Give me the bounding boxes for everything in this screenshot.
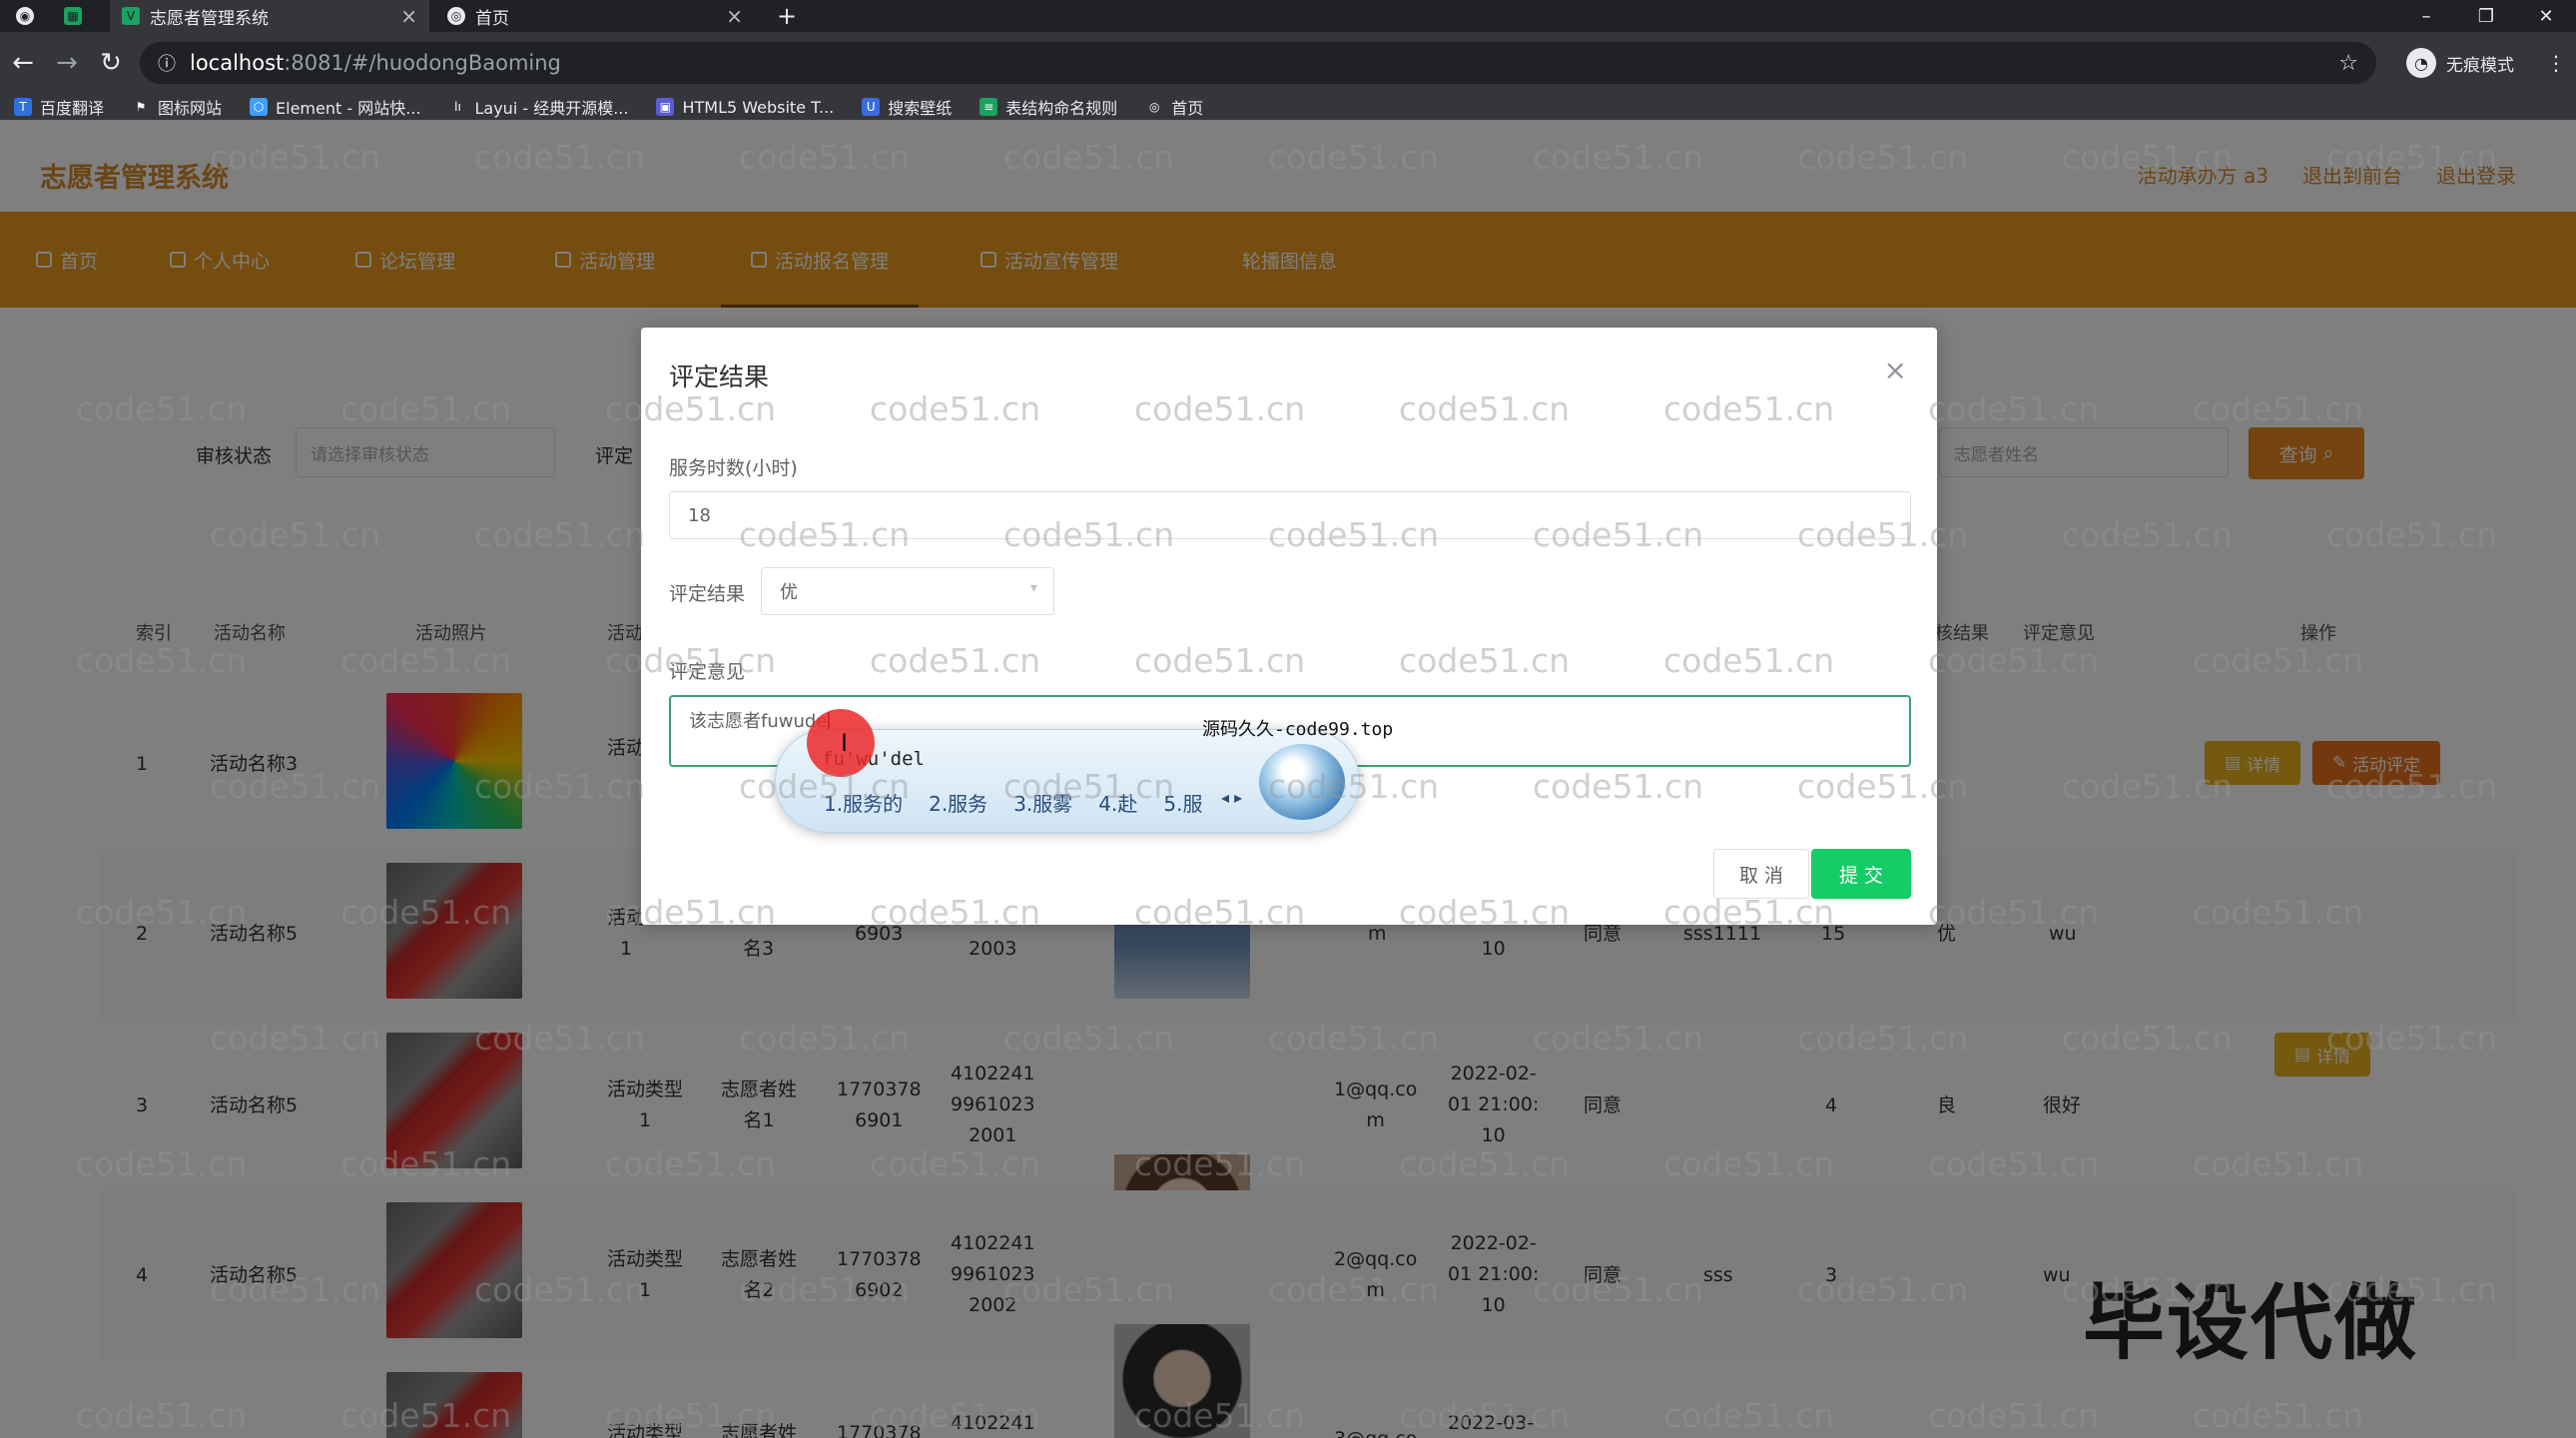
ime-candidate[interactable]: 4.赴 xyxy=(1098,788,1137,817)
layui-icon: lı xyxy=(454,100,461,114)
bookmark-item[interactable]: ▣ HTML5 Website T... xyxy=(656,98,834,117)
result-label: 评定结果 xyxy=(669,583,746,605)
window-close-icon[interactable]: ✕ xyxy=(2516,0,2576,32)
star-icon[interactable]: ☆ xyxy=(2338,51,2358,76)
promo-text: 源码久久-code99.top xyxy=(1202,719,1394,740)
close-icon[interactable]: × xyxy=(400,4,417,28)
bookmark-item[interactable]: ⚑ 图标网站 xyxy=(132,95,222,119)
eval-result-dialog: 评定结果 × 服务时数(小时) 18 评定结果 优 ▾ 评定意见 该志愿者fuwu… xyxy=(641,328,1937,925)
vue-icon: V xyxy=(122,7,140,25)
ime-candidate[interactable]: 5.服 xyxy=(1163,788,1202,817)
hours-label: 服务时数(小时) xyxy=(669,457,798,479)
back-icon[interactable]: ← xyxy=(6,46,40,80)
service-hours-input[interactable]: 18 xyxy=(669,491,1911,539)
incognito-profile[interactable]: ◔ 无痕模式 ⋮ xyxy=(2406,44,2566,82)
element-icon: ⬡ xyxy=(250,98,269,116)
bookmark-item[interactable]: ◎ 首页 xyxy=(1145,95,1203,119)
ime-candidate[interactable]: 1.服务的 xyxy=(824,788,903,817)
browser-tabbar: ◉ ▦ V 志愿者管理系统 × ◎ 首页 × + – ❐ ✕ xyxy=(0,0,2576,32)
forward-icon[interactable]: → xyxy=(50,46,84,80)
flag-icon: ⚑ xyxy=(135,100,147,114)
plus-icon: + xyxy=(777,2,798,30)
incognito-icon: ◔ xyxy=(2406,48,2436,78)
globe-icon: ◎ xyxy=(1149,100,1160,114)
info-icon: ⓘ xyxy=(158,54,176,75)
new-tab-button[interactable]: + xyxy=(765,0,805,32)
bookmark-item[interactable]: lı Layui - 经典开源模... xyxy=(448,95,628,119)
bookmark-item[interactable]: ⬡ Element - 网站快... xyxy=(250,95,420,119)
bookmark-item[interactable]: ≡ 表结构命名规则 xyxy=(979,95,1117,119)
cancel-button[interactable]: 取 消 xyxy=(1713,849,1809,899)
ime-candidates: 1.服务的 2.服务 3.服雾 4.赴 5.服 xyxy=(824,788,1202,817)
tab-group-icon[interactable]: ▦ xyxy=(64,0,94,32)
dialog-title: 评定结果 xyxy=(669,362,770,391)
ime-candidate[interactable]: 2.服务 xyxy=(929,788,987,817)
ime-page-arrows-icon[interactable]: ◂ ▸ xyxy=(1221,788,1242,807)
opinion-label: 评定意见 xyxy=(669,661,746,683)
more-icon[interactable]: ⋮ xyxy=(2546,51,2566,75)
chevron-down-icon: ▾ xyxy=(1029,580,1037,596)
close-icon[interactable]: × xyxy=(1884,354,1907,386)
reload-icon[interactable]: ↻ xyxy=(94,46,128,80)
tab-home[interactable]: ◎ 首页 × xyxy=(435,0,755,32)
bookmarks-bar: T 百度翻译 ⚑ 图标网站 ⬡ Element - 网站快... lı Layui - … xyxy=(0,94,2576,120)
big-watermark: 毕设代做 xyxy=(2083,1276,2419,1371)
bookmark-item[interactable]: U 搜索壁纸 xyxy=(862,95,952,119)
minimize-icon[interactable]: – xyxy=(2396,0,2456,32)
ibeam-cursor-icon: I xyxy=(841,729,849,757)
close-icon[interactable]: × xyxy=(726,4,743,28)
globe-icon: ◎ xyxy=(447,7,465,25)
tab-title: 志愿者管理系统 xyxy=(150,8,269,29)
browser-menu-icon[interactable]: ◉ xyxy=(16,0,46,32)
url-field[interactable]: ⓘ localhost:8081/#/huodongBaoming ☆ xyxy=(140,42,2376,84)
address-bar: ← → ↻ ⓘ localhost:8081/#/huodongBaoming … xyxy=(0,32,2576,94)
tab-title: 首页 xyxy=(475,8,509,29)
submit-button[interactable]: 提 交 xyxy=(1811,849,1911,899)
restore-icon[interactable]: ❐ xyxy=(2456,0,2516,32)
bookmark-item[interactable]: T 百度翻译 xyxy=(14,95,104,119)
ime-globe-icon xyxy=(1259,744,1345,820)
translate-icon: T xyxy=(14,98,32,116)
html5-icon: ▣ xyxy=(656,98,675,116)
tab-volunteer-system[interactable]: V 志愿者管理系统 × xyxy=(110,0,429,32)
wallpaper-icon: U xyxy=(862,98,881,116)
eval-result-select[interactable]: 优 ▾ xyxy=(761,567,1054,615)
ime-candidate[interactable]: 3.服雾 xyxy=(1013,788,1072,817)
table-icon: ≡ xyxy=(979,98,998,116)
